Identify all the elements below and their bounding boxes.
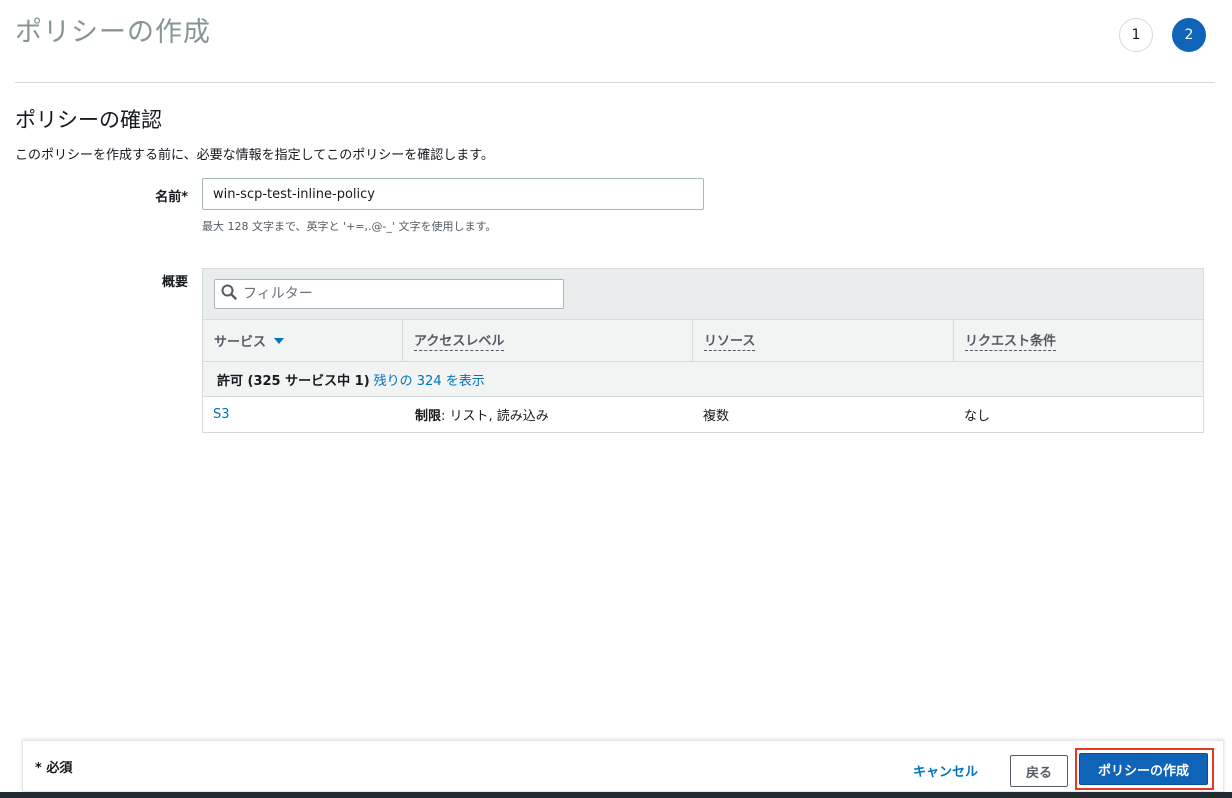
column-header-row: サービス アクセスレベル リソース リクエスト条件: [203, 320, 1203, 362]
page-title: ポリシーの作成: [15, 17, 211, 48]
step-indicator: 1 2: [1119, 18, 1206, 52]
cancel-button[interactable]: キャンセル: [913, 761, 978, 780]
condition-cell: なし: [964, 409, 991, 424]
required-note: * 必須: [35, 761, 73, 776]
footer-bar: * 必須 キャンセル 戻る ポリシーの作成: [22, 740, 1224, 792]
group-label: 許可 (325 サービス中 1): [217, 373, 370, 389]
section-description: このポリシーを作成する前に、必要な情報を指定してこのポリシーを確認します。: [15, 148, 494, 163]
filter-bar: [203, 269, 1203, 320]
name-label: 名前*: [155, 190, 188, 205]
header-divider: [15, 82, 1215, 83]
service-cell: S3: [203, 407, 403, 422]
create-policy-button[interactable]: ポリシーの作成: [1079, 753, 1208, 785]
search-icon: [221, 284, 237, 304]
column-header-service[interactable]: サービス: [203, 320, 403, 361]
show-remaining-link[interactable]: 残りの 324 を表示: [374, 370, 485, 389]
column-header-access-level[interactable]: アクセスレベル: [403, 320, 693, 361]
name-hint: 最大 128 文字まで、英字と '+=,.@-_' 文字を使用します。: [202, 220, 497, 233]
filter-box[interactable]: [214, 279, 564, 309]
access-level-detail: : リスト, 読み込み: [441, 409, 549, 424]
table-row: S3 制限: リスト, 読み込み 複数 なし: [203, 397, 1203, 432]
filter-input[interactable]: [241, 285, 541, 303]
section-title: ポリシーの確認: [15, 108, 162, 132]
access-level-prefix: 制限: [415, 409, 442, 424]
step-2: 2: [1172, 18, 1206, 52]
summary-label: 概要: [161, 275, 188, 290]
access-level-cell: 制限: リスト, 読み込み: [403, 405, 693, 424]
bottom-edge-bar: [0, 792, 1232, 798]
service-link-s3[interactable]: S3: [213, 407, 230, 422]
column-header-request-condition[interactable]: リクエスト条件: [954, 320, 1203, 361]
policy-create-page: ポリシーの作成 1 2 ポリシーの確認 このポリシーを作成する前に、必要な情報を…: [0, 0, 1232, 798]
step-1[interactable]: 1: [1119, 18, 1153, 52]
resource-cell: 複数: [703, 409, 730, 424]
allow-group-row: 許可 (325 サービス中 1) 残りの 324 を表示: [203, 362, 1203, 397]
column-header-resource[interactable]: リソース: [693, 320, 954, 361]
summary-table: サービス アクセスレベル リソース リクエスト条件 許可 (325 サービス中 …: [202, 268, 1204, 433]
sort-desc-icon: [274, 333, 285, 348]
policy-name-input[interactable]: [202, 178, 704, 210]
back-button[interactable]: 戻る: [1010, 755, 1068, 787]
